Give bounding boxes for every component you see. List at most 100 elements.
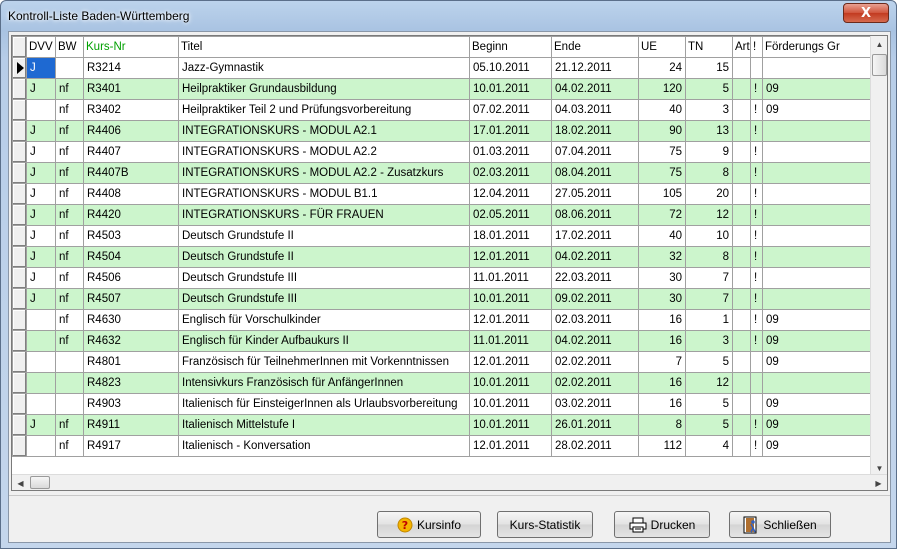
cell-beginn[interactable]: 02.03.2011 — [469, 162, 552, 184]
cell-art[interactable] — [732, 393, 751, 415]
cell-ende[interactable]: 27.05.2011 — [551, 183, 639, 205]
cell-foerderung[interactable] — [762, 204, 880, 226]
cell-tn[interactable]: 1 — [685, 309, 733, 331]
cell-kurs-nr[interactable]: R3401 — [83, 78, 179, 100]
cell-foerderung[interactable] — [762, 246, 880, 268]
cell-ende[interactable]: 02.02.2011 — [551, 351, 639, 373]
cell-foerderung[interactable]: 09 — [762, 330, 880, 352]
cell-ue[interactable]: 16 — [638, 372, 686, 394]
cell-foerderung[interactable] — [762, 57, 880, 79]
row-indicator[interactable] — [12, 78, 27, 100]
cell-flag[interactable]: ! — [750, 162, 763, 184]
scroll-up-icon[interactable]: ▲ — [871, 36, 887, 53]
cell-art[interactable] — [732, 99, 751, 121]
cell-tn[interactable]: 10 — [685, 225, 733, 247]
cell-foerderung[interactable] — [762, 372, 880, 394]
cell-tn[interactable]: 7 — [685, 267, 733, 289]
cell-ende[interactable]: 04.03.2011 — [551, 99, 639, 121]
cell-kurs-nr[interactable]: R4632 — [83, 330, 179, 352]
cell-beginn[interactable]: 07.02.2011 — [469, 99, 552, 121]
cell-beginn[interactable]: 10.01.2011 — [469, 414, 552, 436]
cell-flag[interactable]: ! — [750, 120, 763, 142]
cell-titel[interactable]: INTEGRATIONSKURS - MODUL A2.2 - Zusatzku… — [178, 162, 470, 184]
table-row[interactable]: Jnf R4407B INTEGRATIONSKURS - MODUL A2.2 -… — [12, 162, 880, 184]
cell-foerderung[interactable] — [762, 162, 880, 184]
table-row[interactable]: nf R3402 Heilpraktiker Teil 2 und Prüfungs… — [12, 99, 880, 121]
table-row[interactable]: Jnf R3401 Heilpraktiker Grundausbildung 10.… — [12, 78, 880, 100]
cell-dvv[interactable]: J — [26, 204, 56, 226]
cell-bw[interactable]: nf — [55, 414, 84, 436]
cell-ue[interactable]: 112 — [638, 435, 686, 457]
header-foerderung[interactable]: Förderungs Gr — [762, 36, 880, 58]
cell-tn[interactable]: 9 — [685, 141, 733, 163]
cell-tn[interactable]: 3 — [685, 99, 733, 121]
cell-titel[interactable]: Heilpraktiker Grundausbildung — [178, 78, 470, 100]
table-row[interactable]: Jnf R4407 INTEGRATIONSKURS - MODUL A2.2 01.… — [12, 141, 880, 163]
cell-dvv[interactable] — [26, 330, 56, 352]
cell-ende[interactable]: 26.01.2011 — [551, 414, 639, 436]
cell-titel[interactable]: Italienisch für EinsteigerInnen als Urla… — [178, 393, 470, 415]
cell-foerderung[interactable]: 09 — [762, 78, 880, 100]
row-indicator[interactable] — [12, 246, 27, 268]
cell-tn[interactable]: 8 — [685, 162, 733, 184]
cell-ende[interactable]: 17.02.2011 — [551, 225, 639, 247]
cell-bw[interactable]: nf — [55, 141, 84, 163]
cell-titel[interactable]: Italienisch Mittelstufe I — [178, 414, 470, 436]
cell-ue[interactable]: 30 — [638, 288, 686, 310]
cell-kurs-nr[interactable]: R4406 — [83, 120, 179, 142]
cell-art[interactable] — [732, 435, 751, 457]
cell-ende[interactable]: 21.12.2011 — [551, 57, 639, 79]
cell-bw[interactable]: nf — [55, 120, 84, 142]
cell-foerderung[interactable]: 09 — [762, 435, 880, 457]
cell-flag[interactable]: ! — [750, 288, 763, 310]
cell-dvv[interactable] — [26, 435, 56, 457]
kurs-statistik-button[interactable]: Kurs-Statistik — [497, 511, 593, 538]
drucken-button[interactable]: Drucken — [614, 511, 710, 538]
header-ue[interactable]: UE — [638, 36, 686, 58]
cell-beginn[interactable]: 11.01.2011 — [469, 267, 552, 289]
cell-dvv[interactable] — [26, 393, 56, 415]
cell-beginn[interactable]: 10.01.2011 — [469, 372, 552, 394]
table-row[interactable]: Jnf R4911 Italienisch Mittelstufe I 10.01.2… — [12, 414, 880, 436]
vertical-scrollbar[interactable]: ▲ ▼ — [870, 36, 887, 477]
cell-ue[interactable]: 72 — [638, 204, 686, 226]
table-row[interactable]: nf R4917 Italienisch - Konversation 12.01.2… — [12, 435, 880, 457]
cell-bw[interactable]: nf — [55, 309, 84, 331]
cell-art[interactable] — [732, 330, 751, 352]
cell-ende[interactable]: 22.03.2011 — [551, 267, 639, 289]
row-indicator[interactable] — [12, 183, 27, 205]
table-row[interactable]: Jnf R4406 INTEGRATIONSKURS - MODUL A2.1 17.… — [12, 120, 880, 142]
cell-ende[interactable]: 07.04.2011 — [551, 141, 639, 163]
cell-titel[interactable]: Deutsch Grundstufe III — [178, 267, 470, 289]
scroll-left-icon[interactable]: ◀ — [12, 475, 29, 490]
cell-ue[interactable]: 16 — [638, 330, 686, 352]
row-indicator[interactable] — [12, 141, 27, 163]
cell-bw[interactable] — [55, 57, 84, 79]
cell-foerderung[interactable] — [762, 288, 880, 310]
cell-titel[interactable]: Deutsch Grundstufe II — [178, 225, 470, 247]
cell-tn[interactable]: 12 — [685, 372, 733, 394]
cell-kurs-nr[interactable]: R4903 — [83, 393, 179, 415]
cell-flag[interactable]: ! — [750, 141, 763, 163]
cell-beginn[interactable]: 17.01.2011 — [469, 120, 552, 142]
cell-ende[interactable]: 04.02.2011 — [551, 330, 639, 352]
row-indicator[interactable] — [12, 57, 27, 79]
header-beginn[interactable]: Beginn — [469, 36, 552, 58]
cell-flag[interactable] — [750, 57, 763, 79]
cell-titel[interactable]: Italienisch - Konversation — [178, 435, 470, 457]
cell-beginn[interactable]: 12.01.2011 — [469, 351, 552, 373]
cell-bw[interactable]: nf — [55, 288, 84, 310]
row-indicator[interactable] — [12, 288, 27, 310]
cell-art[interactable] — [732, 120, 751, 142]
row-indicator[interactable] — [12, 162, 27, 184]
cell-beginn[interactable]: 12.04.2011 — [469, 183, 552, 205]
row-indicator[interactable] — [12, 351, 27, 373]
header-dvv[interactable]: DVV — [26, 36, 56, 58]
row-indicator[interactable] — [12, 309, 27, 331]
cell-foerderung[interactable] — [762, 183, 880, 205]
cell-ende[interactable]: 04.02.2011 — [551, 246, 639, 268]
cell-ende[interactable]: 04.02.2011 — [551, 78, 639, 100]
row-indicator[interactable] — [12, 435, 27, 457]
cell-tn[interactable]: 3 — [685, 330, 733, 352]
cell-beginn[interactable]: 12.01.2011 — [469, 246, 552, 268]
